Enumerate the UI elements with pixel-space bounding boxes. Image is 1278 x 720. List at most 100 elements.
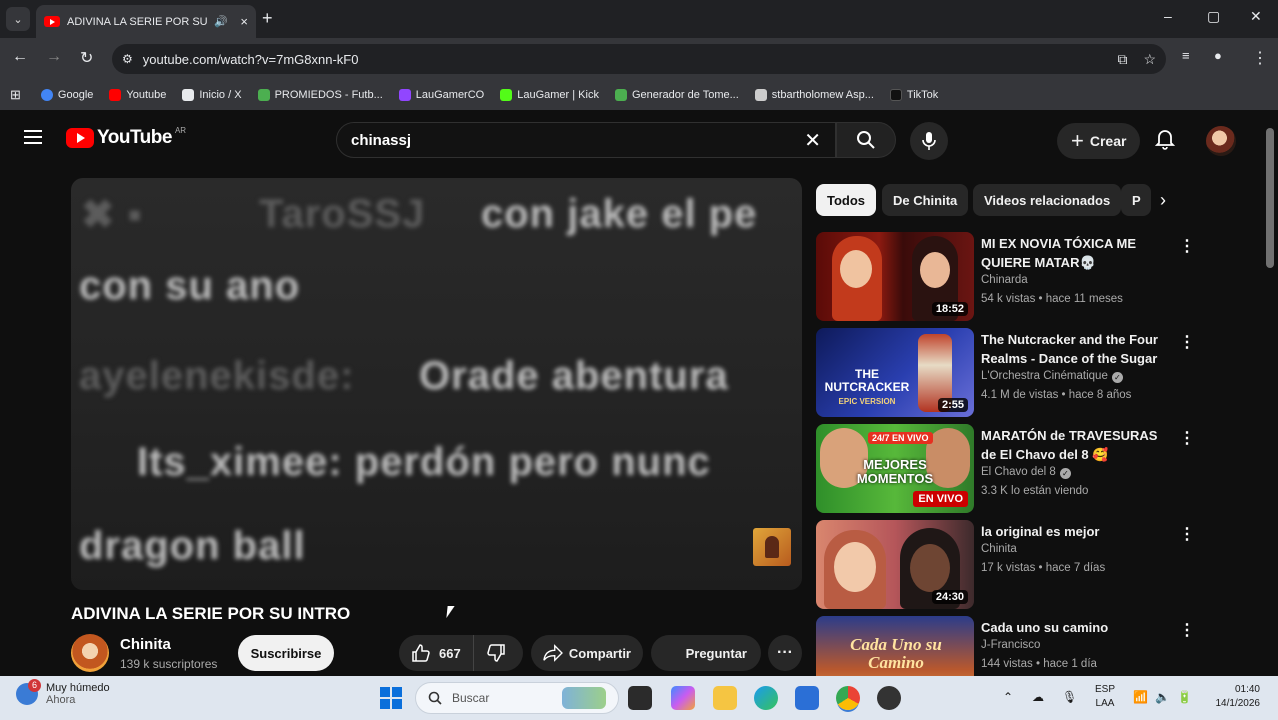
edge-icon[interactable]: [754, 686, 778, 710]
ask-button[interactable]: Preguntar: [651, 635, 761, 671]
recommendation-title[interactable]: Cada uno su camino: [981, 618, 1169, 637]
windows-start-icon[interactable]: [380, 687, 402, 709]
tab-close-button[interactable]: ×: [240, 14, 248, 29]
kebab-menu-icon[interactable]: ⋮: [1179, 236, 1195, 256]
profile-icon[interactable]: ●: [1214, 48, 1222, 63]
bookmark-youtube[interactable]: Youtube: [109, 89, 166, 101]
video-thumbnail[interactable]: 24/7 EN VIVO MEJORES MOMENTOS EN VIVO: [816, 424, 974, 513]
maximize-button[interactable]: ▢: [1207, 8, 1220, 25]
chat-username: TaroSSJ: [259, 192, 426, 236]
bookmark-promiedos[interactable]: PROMIEDOS - Futb...: [257, 89, 383, 101]
share-button[interactable]: Compartir: [531, 635, 643, 671]
subscribe-button[interactable]: Suscribirse: [238, 635, 334, 671]
video-thumbnail[interactable]: Cada Uno su Camino: [816, 616, 974, 676]
url-text[interactable]: youtube.com/watch?v=7mG8xnn-kF0: [143, 52, 359, 67]
kebab-menu-icon[interactable]: ⋮: [1179, 524, 1195, 544]
recommendation-title[interactable]: MI EX NOVIA TÓXICA ME QUIERE MATAR💀: [981, 234, 1169, 272]
file-explorer-icon[interactable]: [713, 686, 737, 710]
clock[interactable]: 01:40 14/1/2026: [1208, 683, 1261, 711]
chrome-icon[interactable]: [836, 686, 860, 710]
chip-videos-relacionados[interactable]: Videos relacionados: [973, 184, 1122, 216]
voice-search-button[interactable]: [910, 122, 948, 160]
search-input[interactable]: chinassj ✕: [336, 122, 836, 158]
page-scrollbar[interactable]: [1266, 128, 1274, 268]
video-thumbnail[interactable]: 18:52: [816, 232, 974, 321]
chip-de-chinita[interactable]: De Chinita: [882, 184, 969, 216]
bookmark-stbartholomew[interactable]: stbartholomew Asp...: [754, 89, 874, 101]
bookmark-google[interactable]: Google: [40, 89, 93, 101]
video-thumbnail[interactable]: 24:30: [816, 520, 974, 609]
thumbs-down-icon: [486, 644, 505, 662]
chevron-up-icon[interactable]: ⌃: [1003, 690, 1013, 704]
recommendation-title[interactable]: la original es mejor: [981, 522, 1169, 541]
close-window-button[interactable]: ✕: [1250, 8, 1262, 25]
more-actions-button[interactable]: ···: [768, 635, 802, 671]
channel-avatar[interactable]: [71, 634, 109, 672]
kebab-menu-icon[interactable]: ⋮: [1179, 428, 1195, 448]
tab-search-button[interactable]: ⌄: [6, 7, 30, 31]
like-button[interactable]: 667: [399, 635, 474, 671]
video-player[interactable]: ✖ ▪ TaroSSJ con jake el pe con su ano ay…: [71, 178, 802, 590]
bookmark-twitch[interactable]: LauGamerCO: [398, 89, 484, 101]
channel-name[interactable]: Chinita: [120, 636, 171, 653]
notifications-bell-icon[interactable]: [1154, 128, 1176, 155]
media-controls-icon[interactable]: ≡: [1182, 48, 1190, 63]
site-info-icon[interactable]: ⚙: [122, 52, 133, 66]
dislike-button[interactable]: [474, 643, 518, 663]
bookmark-kick[interactable]: LauGamer | Kick: [500, 89, 599, 101]
reload-icon[interactable]: ↻: [80, 48, 93, 68]
recommendation-item[interactable]: 24:30 la original es mejor Chinita 17 k …: [816, 520, 1196, 612]
youtube-logo[interactable]: YouTube AR: [66, 126, 186, 149]
language-indicator[interactable]: ESP LAA: [1095, 683, 1115, 711]
new-tab-button[interactable]: +: [262, 8, 273, 29]
bookmark-x[interactable]: Inicio / X: [182, 89, 242, 101]
bookmark-tiktok[interactable]: TikTok: [889, 89, 938, 101]
recommendation-channel[interactable]: J-Francisco: [981, 639, 1040, 651]
hamburger-menu-icon[interactable]: [24, 130, 42, 144]
chevron-right-icon[interactable]: ›: [1160, 190, 1166, 211]
recommendation-item[interactable]: 18:52 MI EX NOVIA TÓXICA ME QUIERE MATAR…: [816, 232, 1196, 324]
recommendation-title[interactable]: The Nutcracker and the Four Realms - Dan…: [981, 330, 1169, 368]
weather-widget[interactable]: 6 Muy húmedo Ahora: [16, 679, 110, 706]
recommendation-channel[interactable]: Chinarda: [981, 274, 1028, 286]
speaker-icon[interactable]: 🔊: [214, 15, 228, 28]
bookmark-generador[interactable]: Generador de Tome...: [614, 89, 739, 101]
taskbar-search-box[interactable]: Buscar: [415, 682, 619, 714]
minimize-button[interactable]: –: [1164, 8, 1172, 24]
chrome-menu-icon[interactable]: ⋮: [1252, 48, 1268, 68]
create-button[interactable]: + Crear: [1057, 123, 1141, 159]
search-button[interactable]: [836, 122, 896, 158]
tray-app-icon[interactable]: ☁: [1032, 690, 1044, 704]
cast-icon[interactable]: ⧉: [1117, 51, 1127, 68]
kebab-menu-icon[interactable]: ⋮: [1179, 332, 1195, 352]
browser-tab-active[interactable]: ADIVINA LA SERIE POR SU INTRO 🔊 ×: [36, 5, 256, 38]
clear-search-icon[interactable]: ✕: [804, 128, 821, 153]
volume-icon[interactable]: 🔈: [1155, 690, 1170, 704]
wifi-icon[interactable]: 📶: [1133, 690, 1148, 704]
chip-todos[interactable]: Todos: [816, 184, 877, 216]
recommendation-channel[interactable]: Chinita: [981, 543, 1017, 555]
app-icon[interactable]: [877, 686, 901, 710]
chip-more[interactable]: P: [1121, 184, 1151, 216]
bookmark-star-icon[interactable]: ☆: [1143, 51, 1156, 68]
task-view-icon[interactable]: [628, 686, 652, 710]
copilot-icon[interactable]: [671, 686, 695, 710]
recommendation-item[interactable]: THE NUTCRACKER EPIC VERSION 2:55 The Nutc…: [816, 328, 1196, 420]
duration-badge: 2:55: [937, 398, 968, 412]
microphone-icon[interactable]: 🎙: [1062, 690, 1077, 704]
video-thumbnail[interactable]: THE NUTCRACKER EPIC VERSION 2:55: [816, 328, 974, 417]
recommendation-item[interactable]: 24/7 EN VIVO MEJORES MOMENTOS EN VIVO MA…: [816, 424, 1196, 516]
kebab-menu-icon[interactable]: ⋮: [1179, 620, 1195, 640]
recommendation-title[interactable]: MARATÓN de TRAVESURAS de El Chavo del 8 …: [981, 426, 1169, 464]
microsoft-store-icon[interactable]: [795, 686, 819, 710]
recommendation-channel[interactable]: L'Orchestra Cinématique ✓: [981, 370, 1123, 383]
recommendation-channel[interactable]: El Chavo del 8 ✓: [981, 466, 1071, 479]
back-arrow-icon[interactable]: ←: [12, 48, 28, 66]
battery-icon[interactable]: 🔋: [1177, 690, 1192, 704]
account-avatar[interactable]: [1206, 126, 1236, 156]
apps-grid-icon[interactable]: ⊞: [10, 87, 21, 103]
forward-arrow-icon[interactable]: →: [46, 48, 62, 66]
address-bar[interactable]: ⚙ youtube.com/watch?v=7mG8xnn-kF0 ⧉ ☆: [112, 44, 1166, 74]
kick-icon: [500, 89, 513, 101]
recommendation-item[interactable]: Cada Uno su Camino Cada uno su camino J-…: [816, 616, 1196, 676]
